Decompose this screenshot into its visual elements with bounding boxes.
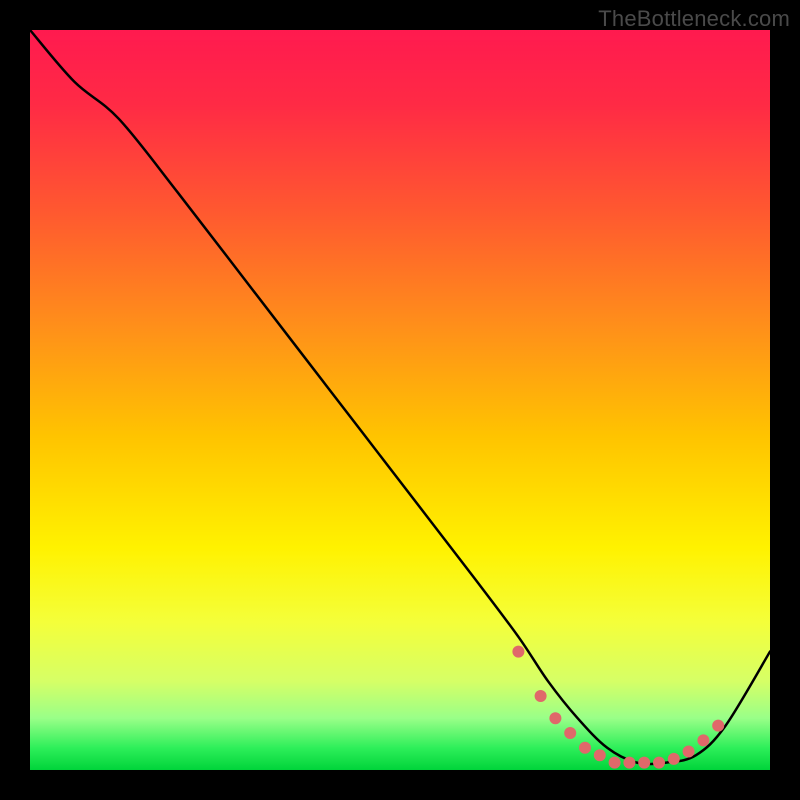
marker-point [594,749,606,761]
marker-point [638,757,650,769]
marker-point [668,753,680,765]
watermark-text: TheBottleneck.com [598,6,790,32]
marker-point [579,742,591,754]
marker-point [512,646,524,658]
marker-point [683,746,695,758]
marker-point [697,734,709,746]
marker-point [564,727,576,739]
chart-svg [30,30,770,770]
marker-point [549,712,561,724]
marker-point [609,757,621,769]
marker-point [535,690,547,702]
chart-stage: TheBottleneck.com [0,0,800,800]
marker-point [623,757,635,769]
marker-point [712,720,724,732]
gradient-background [30,30,770,770]
plot-area [30,30,770,770]
marker-point [653,757,665,769]
